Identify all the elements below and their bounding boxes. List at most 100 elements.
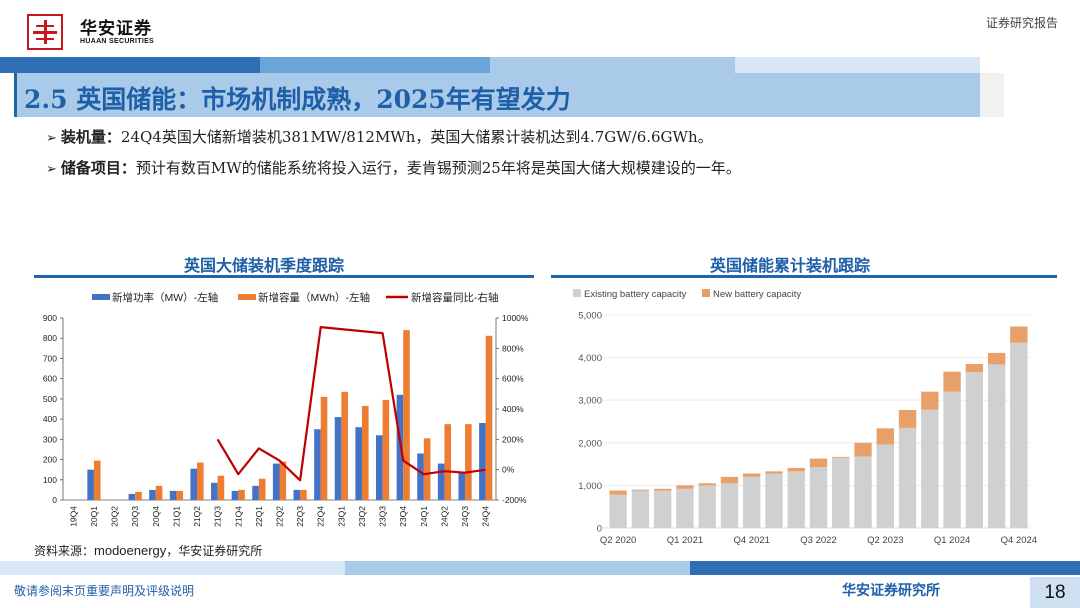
existing-bar	[809, 467, 828, 528]
new-bar	[720, 476, 739, 484]
page-number: 18	[1030, 577, 1080, 608]
x-tick-label: 20Q1	[89, 506, 99, 527]
capacity-bar	[93, 460, 101, 500]
new-bar	[765, 471, 783, 474]
footer-band-3	[690, 561, 1080, 575]
legend-label: 新增功率（MW）-左轴	[112, 291, 218, 304]
capacity-bar	[465, 424, 472, 500]
power-bar	[334, 417, 342, 500]
power-bar	[252, 485, 259, 500]
power-bar	[211, 482, 218, 500]
disclaimer-link[interactable]: 敬请参阅末页重要声明及评级说明	[14, 582, 194, 599]
x-tick-label: 23Q3	[378, 506, 388, 527]
bullet-pipeline: ➢ 储备项目：预计有数百MW的储能系统将投入运行，麦肯锡预测25年将是英国大储大规…	[46, 157, 741, 178]
new-bar	[631, 489, 650, 491]
legend-label: New battery capacity	[713, 289, 801, 300]
y-tick-label: 3,000	[578, 396, 602, 407]
existing-bar	[698, 485, 716, 528]
capacity-bar	[382, 399, 390, 500]
y-tick-label: 1,000	[578, 481, 602, 492]
capacity-bar	[238, 489, 245, 500]
power-bar	[169, 490, 177, 500]
power-bar	[314, 429, 321, 500]
source-suffix: ，华安证券研究所	[166, 544, 263, 558]
y-tick-label-left: 500	[43, 394, 57, 404]
y-tick-label-left: 100	[43, 475, 57, 485]
bullet-label: 装机量：	[60, 128, 121, 146]
y-tick-label-left: 400	[43, 414, 57, 424]
capacity-bar	[444, 424, 452, 500]
x-tick-label: 23Q2	[357, 506, 367, 527]
new-bar	[653, 488, 672, 491]
header-band-2	[260, 57, 490, 73]
x-tick-label: Q2 2023	[867, 535, 903, 546]
legend-label: 新增容量同比-右轴	[411, 291, 499, 304]
x-tick-label: 24Q2	[439, 506, 449, 527]
capacity-bar	[485, 335, 493, 500]
existing-bar	[854, 456, 872, 528]
y-tick-label-right: 1000%	[502, 313, 529, 323]
y-tick-label-right: 200%	[502, 434, 524, 444]
header-band-4	[735, 57, 980, 73]
source-org: modoenergy	[94, 543, 167, 558]
power-bar	[458, 471, 466, 500]
power-bar	[149, 489, 156, 500]
existing-bar	[765, 473, 783, 528]
power-bar	[355, 427, 362, 500]
existing-bar	[609, 494, 627, 528]
capacity-bar	[403, 330, 410, 500]
right-chart-title: 英国储能累计装机跟踪	[710, 256, 871, 275]
y-tick-label-left: 800	[43, 333, 57, 343]
new-bar	[832, 456, 850, 458]
x-tick-label: 20Q3	[130, 506, 140, 527]
new-bar	[676, 485, 694, 489]
existing-bar	[832, 457, 850, 528]
y-tick-label-left: 300	[43, 434, 57, 444]
legend-label: 新增容量（MWh）-左轴	[258, 291, 370, 304]
page-title: 2.5 英国储能：市场机制成熟，2025年有望发力	[24, 85, 571, 114]
y-tick-label: 5,000	[578, 311, 602, 322]
new-bar	[787, 467, 805, 472]
existing-bar	[787, 471, 805, 528]
right-chart-rule	[551, 275, 1057, 278]
huaan-logo-icon	[27, 14, 63, 50]
left-chart-rule	[34, 275, 534, 278]
new-bar	[987, 352, 1006, 365]
power-bar	[437, 463, 445, 500]
footer-band-1	[0, 561, 345, 575]
existing-bar	[943, 391, 961, 528]
new-bar	[854, 442, 872, 457]
logo-name-en: HUAAN SECURITIES	[80, 38, 155, 45]
power-bar	[87, 469, 94, 500]
header-band-1	[0, 57, 260, 73]
capacity-bar	[423, 438, 431, 500]
y-tick-label-right: -200%	[502, 495, 527, 505]
quarterly-installation-chart: 新增功率（MW）-左轴 新增容量（MWh）-左轴 新增容量同比-右轴 0 100 200…	[43, 291, 529, 527]
left-chart-title: 英国大储装机季度跟踪	[184, 256, 345, 275]
x-tick-label: Q2 2020	[600, 535, 636, 546]
x-tick-label: 22Q4	[316, 506, 326, 527]
bullet-text: 24Q4英国大储新增装机381MW/812MWh，英国大储累计装机达到4.7GW…	[120, 128, 713, 146]
capacity-bar	[341, 391, 348, 500]
x-tick-label: 24Q1	[419, 506, 429, 527]
capacity-bar	[176, 490, 184, 500]
y-tick-label-left: 200	[43, 455, 57, 465]
existing-bar	[1010, 342, 1028, 528]
capacity-bar	[135, 491, 142, 500]
new-bar	[1010, 326, 1028, 343]
legend-swatch	[702, 289, 710, 297]
data-source: 资料来源：modoenergy，华安证券研究所	[34, 542, 262, 559]
capacity-bar	[155, 485, 163, 500]
x-tick-label: 20Q2	[110, 506, 120, 527]
x-tick-label: 23Q4	[398, 506, 408, 527]
x-tick-label: 21Q4	[233, 506, 243, 527]
x-tick-label: 19Q4	[68, 506, 78, 527]
x-tick-label: 21Q3	[213, 506, 223, 527]
capacity-bar	[300, 489, 307, 500]
capacity-bar	[361, 405, 369, 500]
y-tick-label-right: 600%	[502, 374, 524, 384]
existing-bar	[876, 444, 894, 528]
bullet-text: 预计有数百MW的储能系统将投入运行，麦肯锡预测25年将是英国大储大规模建设的一年…	[135, 159, 741, 177]
source-prefix: 资料来源：	[34, 544, 95, 558]
bullet-label: 储备项目：	[60, 159, 136, 177]
